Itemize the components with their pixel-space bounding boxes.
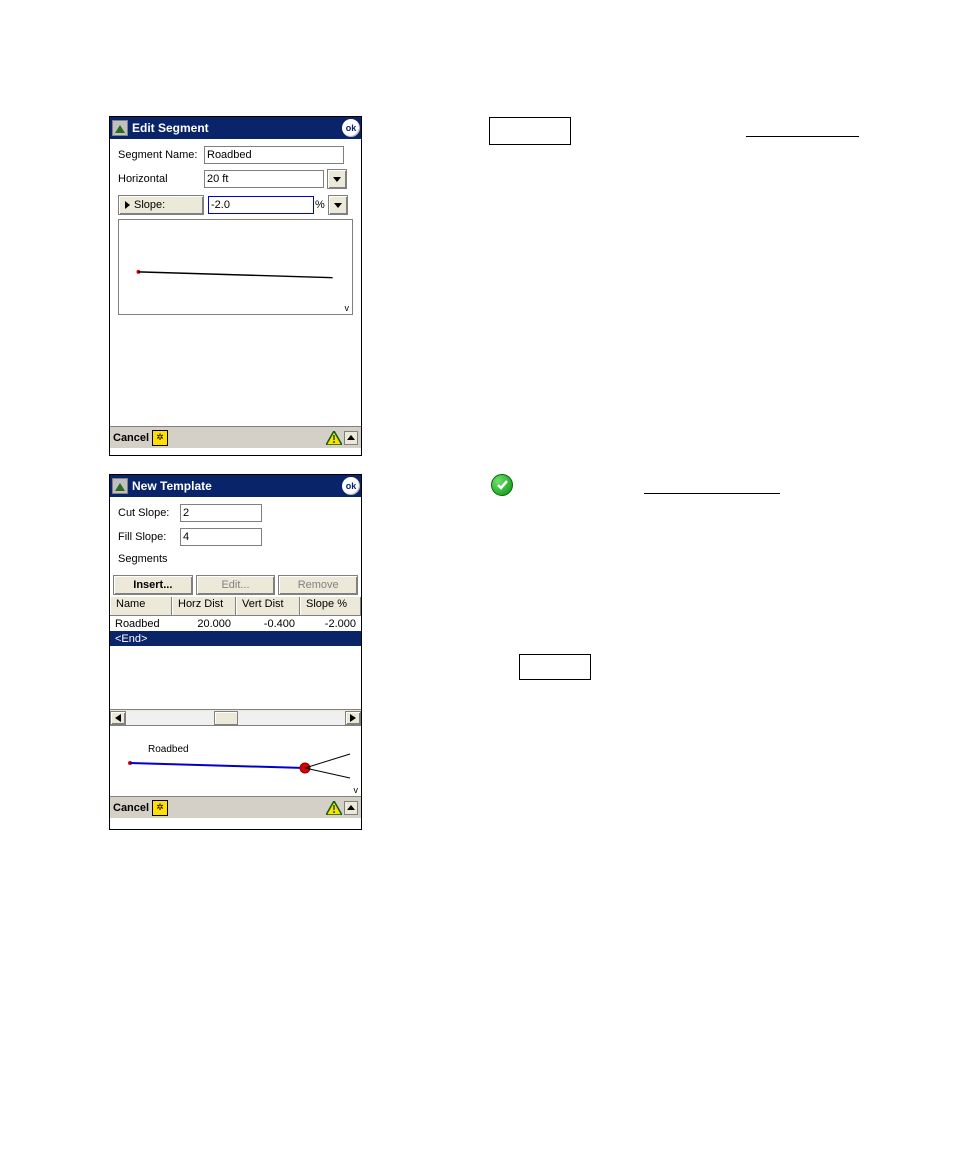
preview-roadbed-label: Roadbed: [148, 744, 189, 755]
edit-segment-dialog: Edit Segment ok Segment Name: Horizontal…: [109, 116, 362, 456]
slope-unit: %: [315, 199, 325, 211]
edit-segment-content: Segment Name: Horizontal Slope: % v: [110, 139, 361, 426]
check-icon: [491, 474, 513, 496]
remove-button[interactable]: Remove: [278, 575, 358, 595]
slope-input[interactable]: [208, 196, 314, 214]
cancel-button[interactable]: Cancel: [113, 432, 149, 444]
ok-button[interactable]: ok: [342, 119, 360, 137]
segments-table-header: Name Horz Dist Vert Dist Slope %: [110, 596, 361, 616]
segment-preview: v: [118, 219, 353, 315]
underline-1: [746, 136, 859, 137]
table-row[interactable]: Roadbed 20.000 -0.400 -2.000: [110, 616, 361, 631]
underline-2: [644, 493, 780, 494]
app-icon: [112, 120, 128, 136]
segment-name-label: Segment Name:: [118, 149, 204, 161]
new-template-titlebar: New Template ok: [110, 475, 361, 497]
segments-table-body: Roadbed 20.000 -0.400 -2.000 <End>: [110, 616, 361, 709]
new-template-content: Cut Slope: Fill Slope: Segments: [110, 497, 361, 573]
cancel-button[interactable]: Cancel: [113, 802, 149, 814]
fill-slope-input[interactable]: [180, 528, 262, 546]
table-row-selected[interactable]: <End>: [110, 631, 361, 646]
horizontal-input[interactable]: [204, 170, 324, 188]
menu-up-button[interactable]: [344, 801, 358, 815]
preview-v-label: v: [345, 303, 350, 313]
col-vert[interactable]: Vert Dist: [236, 597, 300, 615]
empty-box-1: [489, 117, 571, 145]
template-preview: Roadbed v: [110, 725, 361, 796]
warning-icon[interactable]: [326, 431, 342, 445]
cut-slope-input[interactable]: [180, 504, 262, 522]
horizontal-label: Horizontal: [118, 173, 204, 185]
insert-button[interactable]: Insert...: [113, 575, 193, 595]
scroll-track[interactable]: [126, 711, 345, 725]
ok-button[interactable]: ok: [342, 477, 360, 495]
warning-icon[interactable]: [326, 801, 342, 815]
scroll-left-button[interactable]: [110, 711, 126, 725]
cut-slope-label: Cut Slope:: [118, 507, 180, 519]
slope-toggle-button[interactable]: Slope:: [118, 195, 204, 215]
keyboard-icon[interactable]: ✲: [152, 430, 168, 446]
preview-v-label: v: [354, 785, 359, 795]
empty-box-2: [519, 654, 591, 680]
edit-button[interactable]: Edit...: [196, 575, 276, 595]
segments-label: Segments: [118, 553, 168, 565]
edit-segment-footer: Cancel ✲: [110, 426, 361, 448]
new-template-footer: Cancel ✲: [110, 796, 361, 818]
new-template-title: New Template: [132, 479, 342, 493]
new-template-dialog: New Template ok Cut Slope: Fill Slope: S…: [109, 474, 362, 830]
app-icon: [112, 478, 128, 494]
scroll-right-button[interactable]: [345, 711, 361, 725]
edit-segment-titlebar: Edit Segment ok: [110, 117, 361, 139]
slope-label: Slope:: [134, 199, 165, 211]
horizontal-scrollbar[interactable]: [110, 709, 361, 725]
keyboard-icon[interactable]: ✲: [152, 800, 168, 816]
menu-up-button[interactable]: [344, 431, 358, 445]
segment-name-input[interactable]: [204, 146, 344, 164]
edit-segment-title: Edit Segment: [132, 121, 342, 135]
col-slope[interactable]: Slope %: [300, 597, 361, 615]
horizontal-dropdown[interactable]: [327, 169, 347, 189]
fill-slope-label: Fill Slope:: [118, 531, 180, 543]
slope-dropdown[interactable]: [328, 195, 348, 215]
col-name[interactable]: Name: [110, 597, 172, 615]
scroll-thumb[interactable]: [214, 711, 238, 725]
col-horz[interactable]: Horz Dist: [172, 597, 236, 615]
